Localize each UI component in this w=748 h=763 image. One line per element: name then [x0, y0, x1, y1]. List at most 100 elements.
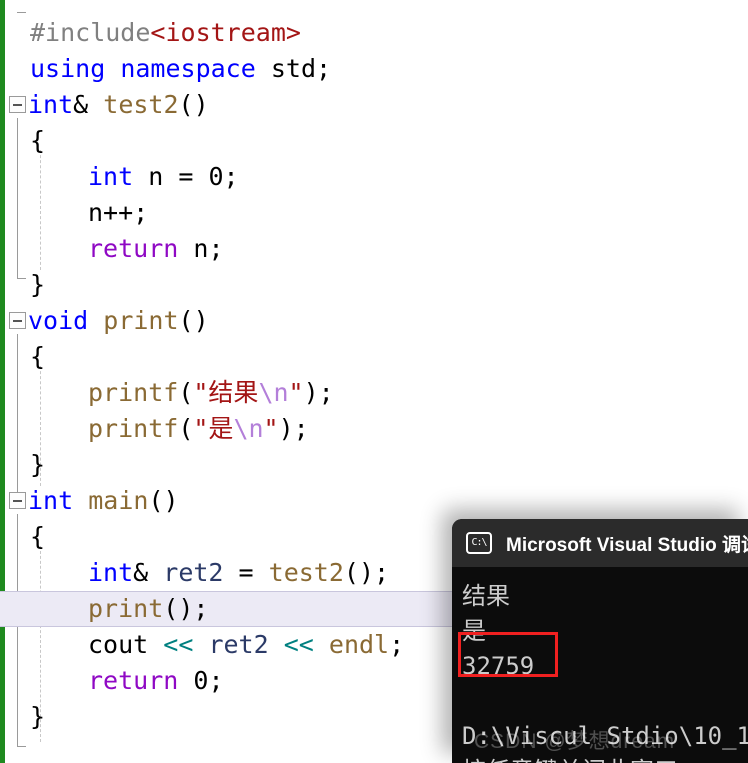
code-line-increment: n++;	[88, 198, 149, 227]
code-token-header: <iostream>	[150, 18, 301, 47]
watermark-text: CSDN @梦想dream	[474, 730, 676, 753]
code-token-paren-close: )	[278, 414, 294, 443]
screenshot-root: //} #include<iostream> using namespace s…	[0, 0, 748, 763]
code-token-var-ret2: ret2	[163, 558, 224, 587]
outline-foot-top	[17, 12, 26, 13]
code-token-int: int	[88, 162, 134, 191]
console-output-line: 是	[462, 617, 486, 645]
code-token-semicolon: ;	[374, 558, 390, 587]
code-token-semicolon: ;	[208, 234, 224, 263]
code-token-parens: ()	[178, 90, 209, 119]
code-line[interactable]: printf("是\n");	[0, 411, 748, 447]
console-window-title: Microsoft Visual Studio 调试	[506, 534, 748, 556]
code-token-var-n: n	[148, 162, 164, 191]
code-token-ampersand: &	[73, 90, 89, 119]
code-token-semicolon: ;	[193, 594, 209, 623]
code-line-return-zero: return 0;	[88, 663, 224, 699]
code-token-semicolon: ;	[318, 378, 334, 407]
code-token-fn-main: main	[88, 486, 149, 515]
code-token-zero: 0	[193, 666, 209, 695]
code-token-fn-test2: test2	[268, 558, 344, 587]
code-line[interactable]: return n;	[0, 231, 748, 267]
code-token-semicolon: ;	[389, 630, 405, 659]
code-line-main-signature: int main()	[28, 483, 179, 519]
code-token-int: int	[28, 486, 74, 515]
code-line[interactable]: }	[0, 267, 748, 303]
code-token-shift-operator: <<	[283, 630, 314, 659]
console-cmd-icon-label: C:\	[471, 537, 487, 548]
code-token-brace-close: }	[30, 270, 46, 299]
code-line-print-signature: void print()	[28, 303, 209, 339]
code-token-paren-open: (	[178, 414, 194, 443]
code-line-test2-signature: int& test2()	[28, 87, 209, 123]
code-token-fn-printf: printf	[88, 378, 179, 407]
code-line[interactable]: //}	[0, 0, 748, 14]
code-token-semicolon: ;	[208, 666, 224, 695]
code-token-fn-test2: test2	[103, 90, 179, 119]
code-line[interactable]: void print()	[0, 303, 748, 339]
code-token-using: using	[30, 54, 106, 83]
code-line[interactable]: #include<iostream>	[0, 14, 748, 51]
code-token-paren-open: (	[178, 378, 194, 407]
code-token-fn-printf: printf	[88, 414, 179, 443]
code-line[interactable]: {	[0, 339, 748, 375]
console-output-value: 32759	[462, 652, 535, 680]
code-token-brace-close: }	[30, 450, 46, 479]
code-line-decl-ret2: int& ret2 = test2();	[88, 558, 390, 587]
console-output-line: 结果	[462, 582, 510, 610]
console-output-prompt: 按任意键关闭此窗口	[462, 754, 748, 763]
code-token-parens: ()	[148, 486, 179, 515]
code-line[interactable]: }	[0, 447, 748, 483]
code-line-printf-yes: printf("是\n");	[88, 411, 309, 447]
code-token-brace-close: }	[30, 702, 46, 731]
code-token-shift-operator: <<	[163, 630, 194, 659]
code-token-brace-open: {	[30, 342, 46, 371]
code-token-ampersand: &	[133, 558, 149, 587]
code-token-int: int	[28, 90, 74, 119]
code-token-endl: endl	[328, 630, 390, 659]
code-line-return-n: return n;	[88, 231, 224, 267]
code-token-parens: ()	[178, 306, 209, 335]
code-token-semicolon: ;	[293, 414, 309, 443]
code-line-using: using namespace std;	[30, 51, 331, 87]
code-line-include: #include<iostream>	[30, 14, 301, 51]
code-line-printf-result: printf("结果\n");	[88, 375, 334, 411]
code-token-paren-close: )	[303, 378, 319, 407]
code-token-brace-open: {	[30, 126, 46, 155]
console-title-bar[interactable]: C:\ Microsoft Visual Studio 调试	[452, 519, 748, 567]
code-token-escape-newline: \n	[258, 378, 289, 407]
code-line[interactable]: int& test2()	[0, 87, 748, 123]
code-line[interactable]: int main()	[0, 483, 748, 519]
code-token-return: return	[88, 666, 179, 695]
code-token-fn-print: print	[103, 306, 179, 335]
code-token-string-result: "结果	[193, 378, 259, 407]
code-line-cout: cout << ret2 << endl;	[88, 627, 404, 663]
code-line-call-print: print();	[88, 592, 208, 626]
code-line[interactable]: using namespace std;	[0, 51, 748, 87]
code-token-quote-close: "	[263, 414, 279, 443]
code-token-semicolon: ;	[223, 162, 239, 191]
console-cmd-icon: C:\	[466, 532, 492, 554]
code-token-quote-close: "	[288, 378, 304, 407]
code-token-string-yes: "是	[193, 414, 234, 443]
code-token-var-ret2: ret2	[208, 630, 269, 659]
fold-minus-icon-test2[interactable]	[9, 96, 26, 113]
console-output-blank-line	[462, 684, 748, 719]
code-line[interactable]: int n = 0;	[0, 159, 748, 195]
code-token-cout: cout	[88, 630, 149, 659]
debug-console-window[interactable]: C:\ Microsoft Visual Studio 调试 结果 是 3275…	[452, 519, 748, 763]
fold-minus-icon-print[interactable]	[9, 312, 26, 329]
code-token-std: std;	[270, 54, 332, 83]
fold-minus-icon-main[interactable]	[9, 492, 26, 509]
code-token-brace-open: {	[30, 522, 46, 551]
code-token-parens: ()	[343, 558, 375, 587]
code-token-return: return	[88, 234, 179, 263]
code-line[interactable]: {	[0, 123, 748, 159]
code-token-preprocessor: #include	[30, 18, 151, 47]
code-line[interactable]: printf("结果\n");	[0, 375, 748, 411]
code-token-fn-print: print	[88, 594, 164, 623]
code-token-int: int	[88, 558, 134, 587]
code-token-namespace: namespace	[120, 54, 256, 83]
code-line[interactable]: n++;	[0, 195, 748, 231]
code-token-void: void	[28, 306, 89, 335]
